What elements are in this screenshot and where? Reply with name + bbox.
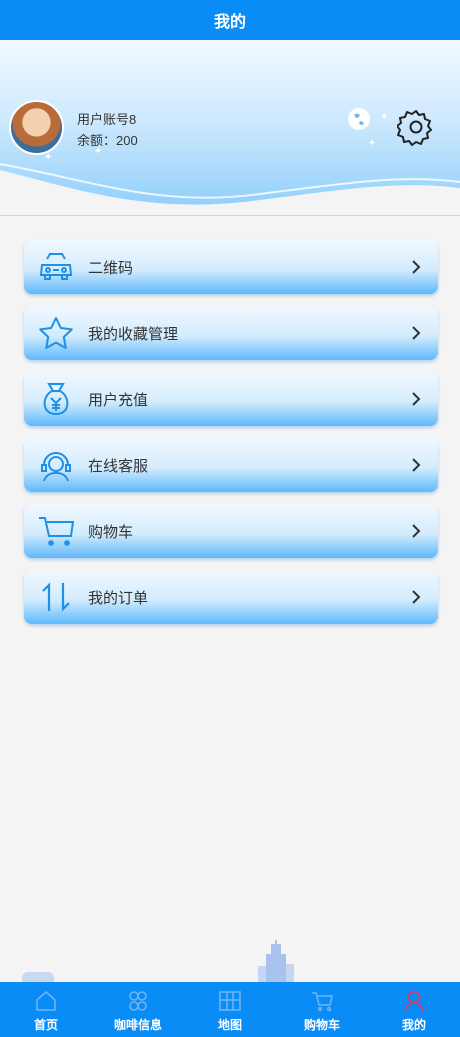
building-decoration-icon	[258, 940, 294, 982]
menu-item-favorites[interactable]: 我的收藏管理	[24, 306, 438, 360]
map-icon	[219, 991, 241, 1011]
sparkle-icon: ✦	[380, 112, 389, 123]
tab-map[interactable]: 地图	[184, 982, 276, 1037]
money-bag-icon	[36, 379, 76, 419]
tab-coffee-info[interactable]: 咖啡信息	[92, 982, 184, 1037]
globe-icon[interactable]	[346, 106, 372, 132]
sparkle-icon: ✦	[44, 152, 53, 163]
menu-item-orders[interactable]: 我的订单	[24, 570, 438, 624]
chevron-right-icon	[404, 321, 428, 345]
sparkle-icon: ✦	[368, 138, 377, 149]
menu-item-qrcode[interactable]: 二维码	[24, 240, 438, 294]
tab-home[interactable]: 首页	[0, 982, 92, 1037]
tab-mine[interactable]: 我的	[368, 982, 460, 1037]
menu-label: 在线客服	[88, 457, 149, 475]
menu-label: 二维码	[88, 259, 134, 277]
sort-arrows-icon	[36, 577, 76, 617]
top-bar: 我的	[0, 0, 460, 40]
wave-decoration	[0, 163, 460, 215]
cart-icon	[312, 992, 333, 1012]
clover-icon	[129, 991, 147, 1011]
menu-item-recharge[interactable]: 用户充值	[24, 372, 438, 426]
page-title: 我的	[213, 14, 246, 31]
menu-label: 购物车	[88, 523, 134, 541]
chevron-right-icon	[404, 519, 428, 543]
sparkle-icon: ✦	[94, 146, 103, 157]
chevron-right-icon	[404, 453, 428, 477]
bottom-tab-bar: 首页 咖啡信息 地图 购物车 我的	[0, 982, 460, 1037]
car-icon	[36, 247, 76, 287]
home-icon	[36, 990, 56, 1011]
menu-label: 用户充值	[88, 391, 149, 409]
person-icon	[404, 990, 424, 1013]
profile-header: 用户账号8 余额：200 ✦ ✦ ✦ ✦	[0, 40, 460, 216]
menu-item-customer-service[interactable]: 在线客服	[24, 438, 438, 492]
tab-label: 购物车	[303, 1018, 340, 1032]
menu-list: 二维码 我的收藏管理 用户充值 在线客服 购物车 我的订单	[24, 240, 438, 636]
tab-label: 地图	[217, 1018, 242, 1032]
menu-item-cart[interactable]: 购物车	[24, 504, 438, 558]
headset-icon	[36, 445, 76, 485]
chevron-right-icon	[404, 255, 428, 279]
menu-label: 我的订单	[88, 589, 149, 607]
tab-cart[interactable]: 购物车	[276, 982, 368, 1037]
user-account: 用户账号8	[77, 112, 137, 127]
avatar[interactable]	[9, 100, 64, 155]
star-icon	[36, 313, 76, 353]
settings-gear-icon[interactable]	[397, 108, 435, 146]
user-balance: 余额：200	[77, 133, 138, 148]
menu-label: 我的收藏管理	[88, 325, 179, 343]
tab-label: 首页	[33, 1018, 58, 1032]
tab-label: 咖啡信息	[113, 1018, 162, 1032]
tab-label: 我的	[401, 1018, 426, 1032]
cart-icon	[36, 511, 76, 551]
chevron-right-icon	[404, 585, 428, 609]
chevron-right-icon	[404, 387, 428, 411]
